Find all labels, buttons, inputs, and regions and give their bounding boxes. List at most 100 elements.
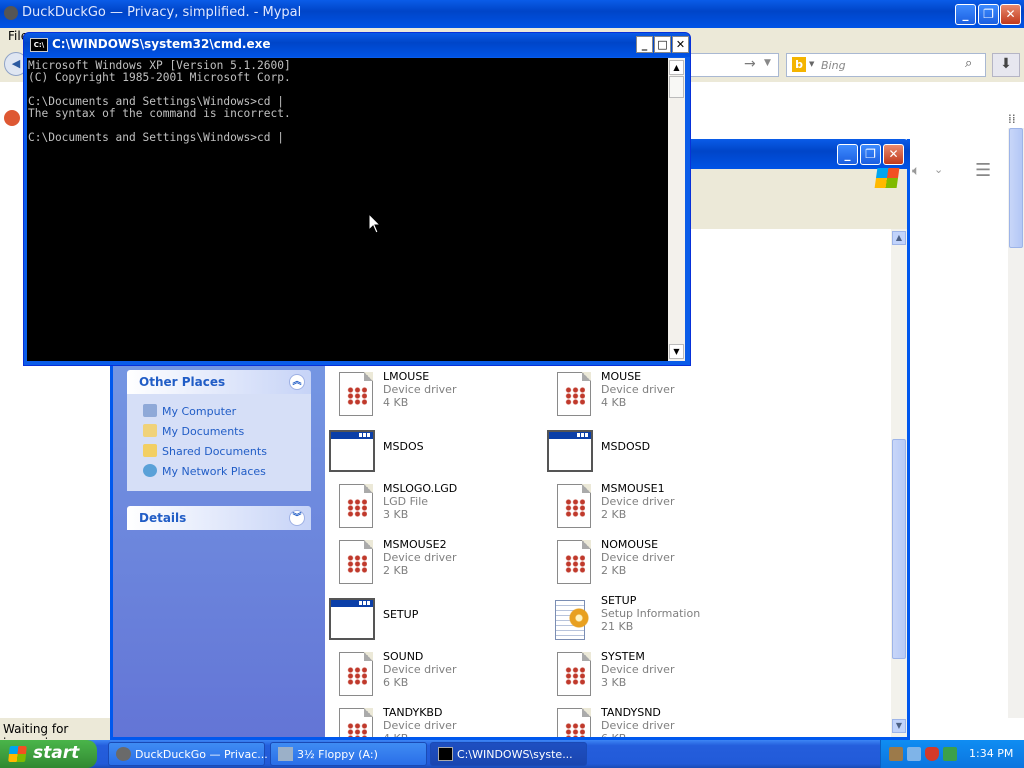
file-item[interactable]: MSDOS bbox=[327, 426, 527, 476]
start-label: start bbox=[33, 743, 80, 763]
link-label: My Network Places bbox=[162, 465, 266, 478]
network-tray-icon[interactable] bbox=[889, 747, 903, 761]
cmd-console[interactable]: Microsoft Windows XP [Version 5.1.2600] … bbox=[27, 58, 668, 361]
browser-scroll-thumb[interactable] bbox=[1009, 128, 1023, 248]
app-window-icon bbox=[547, 430, 593, 476]
mypal-icon bbox=[4, 6, 18, 20]
bing-icon[interactable]: b bbox=[792, 57, 806, 72]
cmd-icon bbox=[438, 747, 453, 761]
file-name: MSMOUSE2 bbox=[383, 538, 447, 551]
cmd-scroll-down-icon[interactable]: ▼ bbox=[669, 344, 684, 359]
file-size: 2 KB bbox=[383, 564, 409, 577]
file-item[interactable]: MSMOUSE1 Device driver 2 KB bbox=[545, 482, 745, 532]
file-size: 4 KB bbox=[383, 732, 408, 737]
browser-maximize-button[interactable]: ❐ bbox=[978, 4, 999, 25]
file-name: LMOUSE bbox=[383, 370, 430, 383]
app-window-icon bbox=[329, 430, 375, 476]
expand-down-icon[interactable]: ︾ bbox=[289, 510, 305, 526]
file-type: Setup Information bbox=[601, 607, 701, 620]
scroll-up-icon[interactable]: ▲ bbox=[892, 231, 906, 245]
browser-scrollbar[interactable] bbox=[1008, 128, 1024, 718]
file-item[interactable]: MOUSE Device driver 4 KB bbox=[545, 370, 745, 420]
explorer-minimize-button[interactable]: _ bbox=[837, 144, 858, 165]
taskbar-task-cmd[interactable]: C:\WINDOWS\syste... bbox=[430, 742, 587, 766]
link-label: My Computer bbox=[162, 405, 237, 418]
link-my-computer[interactable]: My Computer bbox=[143, 404, 236, 418]
go-arrow-icon[interactable]: → bbox=[744, 56, 756, 72]
file-size: 2 KB bbox=[601, 508, 627, 521]
file-item[interactable]: TANDYSNDDevice driver6 KB bbox=[545, 706, 745, 737]
file-size: 21 KB bbox=[601, 620, 634, 633]
explorer-scroll-thumb[interactable] bbox=[892, 439, 906, 659]
explorer-scrollbar[interactable]: ▲ ▼ bbox=[891, 229, 907, 737]
monitor-tray-icon[interactable] bbox=[943, 747, 957, 761]
link-my-network-places[interactable]: My Network Places bbox=[143, 464, 266, 478]
file-item[interactable]: SETUP bbox=[327, 594, 527, 644]
file-name: TANDYSND bbox=[601, 706, 661, 719]
file-type: LGD File bbox=[383, 495, 429, 508]
file-item[interactable]: MSDOSD bbox=[545, 426, 745, 476]
file-item[interactable]: MSMOUSE2 Device driver 2 KB bbox=[327, 538, 527, 588]
file-size: 4 KB bbox=[601, 396, 627, 409]
link-my-documents[interactable]: My Documents bbox=[143, 424, 244, 438]
details-header[interactable]: Details ︾ bbox=[127, 506, 311, 530]
driver-icon bbox=[335, 540, 373, 586]
taskbar-task-floppy[interactable]: 3½ Floppy (A:) bbox=[270, 742, 427, 766]
hamburger-menu-icon[interactable]: ☰ bbox=[975, 160, 991, 181]
download-button[interactable]: ⬇ bbox=[992, 53, 1020, 77]
security-shield-icon[interactable] bbox=[925, 747, 939, 761]
app-window-icon bbox=[329, 598, 375, 644]
file-name: MOUSE bbox=[601, 370, 642, 383]
file-item[interactable]: MSLOGO.LGD LGD File 3 KB bbox=[327, 482, 527, 532]
driver-icon bbox=[335, 484, 373, 530]
file-item[interactable]: TANDYKBDDevice driver4 KB bbox=[327, 706, 527, 737]
file-type: Device driver bbox=[601, 495, 675, 508]
taskbar-task-browser[interactable]: DuckDuckGo — Privac... bbox=[108, 742, 268, 766]
browser-status-bar: Waiting for improving... bbox=[0, 718, 112, 750]
file-item[interactable]: SOUND Device driver 6 KB bbox=[327, 650, 527, 700]
file-type: Device driver bbox=[601, 383, 675, 396]
search-placeholder: Bing bbox=[821, 59, 846, 72]
cmd-scroll-thumb[interactable] bbox=[669, 76, 684, 98]
other-places-header[interactable]: Other Places ︽ bbox=[127, 370, 311, 394]
apps-grid-icon[interactable]: ⁞⁞ bbox=[1008, 112, 1016, 126]
cmd-title-bar[interactable]: C:\ C:\WINDOWS\system32\cmd.exe _ □ ✕ bbox=[24, 33, 690, 57]
file-item[interactable]: SYSTEM Device driver 3 KB bbox=[545, 650, 745, 700]
search-bar[interactable]: b ▼ Bing ⌕ bbox=[786, 53, 986, 77]
explorer-maximize-button[interactable]: ❐ bbox=[860, 144, 881, 165]
search-icon[interactable]: ⌕ bbox=[965, 56, 972, 71]
other-places-body: My Computer My Documents Shared Document… bbox=[127, 394, 311, 491]
url-dropdown-icon[interactable]: ▼ bbox=[764, 58, 771, 68]
browser-minimize-button[interactable]: _ bbox=[955, 4, 976, 25]
cmd-close-button[interactable]: ✕ bbox=[672, 36, 689, 53]
file-name: SOUND bbox=[383, 650, 424, 663]
explorer-close-button[interactable]: ✕ bbox=[883, 144, 904, 165]
collapse-up-icon[interactable]: ︽ bbox=[289, 374, 305, 390]
driver-icon bbox=[553, 540, 591, 586]
file-item[interactable]: LMOUSE Device driver 4 KB bbox=[327, 370, 527, 420]
link-shared-documents[interactable]: Shared Documents bbox=[143, 444, 267, 458]
file-type: Device driver bbox=[601, 663, 675, 676]
usb-tray-icon[interactable] bbox=[907, 747, 921, 761]
details-title: Details bbox=[139, 511, 187, 525]
file-name: SETUP bbox=[601, 594, 637, 607]
url-bar-end[interactable]: → ▼ bbox=[688, 53, 779, 77]
speaker-icon[interactable]: 🔈︎ bbox=[912, 163, 920, 179]
cmd-minimize-button[interactable]: _ bbox=[636, 36, 653, 53]
driver-icon bbox=[553, 484, 591, 530]
cmd-maximize-button[interactable]: □ bbox=[654, 36, 671, 53]
chevron-down-icon[interactable]: ⌄ bbox=[934, 163, 943, 176]
file-type: Device driver bbox=[383, 383, 457, 396]
browser-close-button[interactable]: ✕ bbox=[1000, 4, 1021, 25]
cmd-scroll-up-icon[interactable]: ▲ bbox=[669, 60, 684, 75]
file-item[interactable]: SETUP Setup Information 21 KB bbox=[545, 594, 745, 644]
start-button[interactable]: start bbox=[0, 740, 97, 768]
scroll-down-icon[interactable]: ▼ bbox=[892, 719, 906, 733]
cmd-scrollbar[interactable]: ▲ ▼ bbox=[668, 58, 685, 361]
search-engine-dropdown-icon[interactable]: ▼ bbox=[809, 60, 814, 68]
file-name: MSLOGO.LGD bbox=[383, 482, 458, 495]
file-name: SYSTEM bbox=[601, 650, 645, 663]
browser-title-bar[interactable]: DuckDuckGo — Privacy, simplified. - Mypa… bbox=[0, 0, 1024, 28]
file-item[interactable]: NOMOUSE Device driver 2 KB bbox=[545, 538, 745, 588]
setup-info-icon bbox=[553, 596, 591, 642]
